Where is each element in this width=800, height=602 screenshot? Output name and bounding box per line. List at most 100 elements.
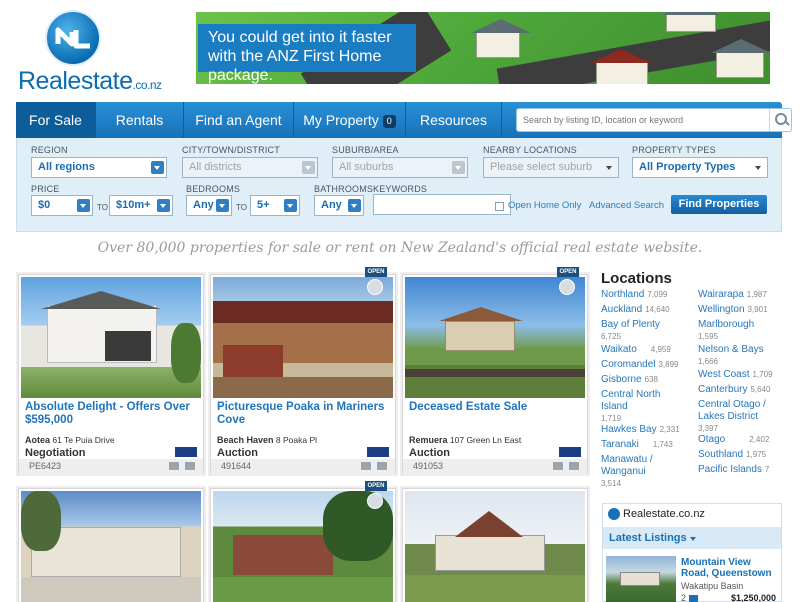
chevron-down-icon [452, 161, 465, 174]
listing-title[interactable]: Picturesque Poaka in Mariners Cove [217, 401, 389, 427]
listing-card[interactable] [402, 488, 588, 602]
location-link[interactable]: Auckland 14,640 [601, 304, 670, 316]
location-link[interactable]: Marlborough 1,595 [698, 319, 780, 343]
photos-icon[interactable] [169, 462, 179, 470]
location-link[interactable]: Central Otago / Lakes District 3,397 [698, 399, 780, 435]
tab-for-sale[interactable]: For Sale [16, 102, 96, 138]
locations-title: Locations [601, 270, 672, 287]
main-nav: For Sale Rentals Find an Agent My Proper… [16, 102, 792, 138]
listing-street: 8 Poaka Pl [275, 435, 318, 445]
district-select[interactable]: All districts [182, 157, 318, 178]
latest-listings-label: Latest Listings [609, 532, 687, 544]
bedrooms-min-select[interactable]: Any [186, 195, 232, 216]
location-link[interactable]: Manawatu / Wanganui 3,514 [601, 454, 673, 490]
find-properties-button[interactable]: Find Properties [671, 195, 767, 214]
location-name: West Coast [698, 369, 750, 380]
listing-card[interactable]: Absolute Delight - Offers Over $595,000 … [18, 274, 204, 474]
listing-card[interactable]: OPEN Deceased Estate Sale Remuera 107 Gr… [402, 267, 588, 474]
location-count: 1,595 [698, 332, 719, 341]
location-link[interactable]: Wellington 3,901 [698, 304, 768, 316]
location-link[interactable]: West Coast 1,709 [698, 369, 773, 381]
bathrooms-select[interactable]: Any [314, 195, 364, 216]
location-link[interactable]: Nelson & Bays 1,666 [698, 344, 780, 368]
latest-listing-title[interactable]: Mountain View Road, Queenstown [681, 557, 781, 579]
listing-footer: 491644 [211, 459, 395, 474]
listing-photo[interactable] [21, 277, 201, 398]
search-input[interactable] [517, 109, 767, 131]
listing-address: Beach Haven 8 Poaka Pl [217, 435, 391, 445]
bedrooms-max-value: 5+ [257, 199, 270, 211]
open-home-checkbox[interactable] [495, 202, 504, 211]
bedrooms-max-select[interactable]: 5+ [250, 195, 300, 216]
listing-photo[interactable] [405, 491, 585, 602]
lawn-shape [213, 577, 393, 602]
location-link[interactable]: Central North Island 1,719 [601, 389, 681, 425]
district-value: All districts [189, 161, 242, 173]
location-link[interactable]: Canterbury 5,640 [698, 384, 771, 396]
location-count: 7,099 [647, 290, 668, 299]
chevron-down-icon [151, 161, 164, 174]
listing-card[interactable]: OPEN Picturesque Poaka in Mariners Cove … [210, 267, 396, 474]
price-max-value: $10m+ [116, 199, 151, 211]
chevron-down-icon [752, 161, 765, 174]
listing-id: 491644 [221, 461, 252, 471]
region-select[interactable]: All regions [31, 157, 167, 178]
location-name: Auckland [601, 304, 643, 315]
location-count: 638 [644, 375, 658, 384]
listing-card[interactable]: OPEN [210, 481, 396, 602]
listing-card[interactable] [18, 488, 204, 602]
property-types-select[interactable]: All Property Types [632, 157, 768, 178]
price-max-select[interactable]: $10m+ [109, 195, 173, 216]
location-count: 1,666 [698, 357, 719, 366]
tab-label: Find an Agent [195, 112, 282, 128]
search-icon[interactable] [769, 109, 791, 131]
location-link[interactable]: Otago 2,402 [698, 434, 769, 446]
roof-shape [455, 511, 523, 537]
location-link[interactable]: Northland 7,099 [601, 289, 667, 301]
bed-icon [688, 594, 698, 602]
tree-shape [171, 323, 201, 383]
keywords-input[interactable] [373, 194, 511, 215]
location-count: 4,959 [650, 345, 671, 354]
photos-icon[interactable] [361, 462, 371, 470]
photos-icon[interactable] [553, 462, 563, 470]
tab-find-an-agent[interactable]: Find an Agent [184, 102, 294, 138]
tab-resources[interactable]: Resources [406, 102, 502, 138]
email-icon[interactable] [377, 462, 387, 470]
email-icon[interactable] [185, 462, 195, 470]
site-logo[interactable]: Realestate.co.nz [18, 10, 162, 95]
latest-listings-dropdown[interactable]: Latest Listings [603, 527, 781, 549]
location-link[interactable]: Pacific Islands 7 [698, 464, 769, 476]
latest-listing-beds: 2 [681, 593, 698, 602]
location-link[interactable]: Hawkes Bay 2,331 [601, 424, 680, 436]
nearby-select[interactable]: Please select suburb [483, 157, 619, 178]
latest-listing-photo[interactable] [606, 556, 676, 602]
location-link[interactable]: Southland 1,975 [698, 449, 766, 461]
pergola-roof [213, 301, 393, 323]
price-min-select[interactable]: $0 [31, 195, 93, 216]
price-label: PRICE [31, 184, 60, 194]
location-link[interactable]: Wairarapa 1,987 [698, 289, 767, 301]
open-home-label[interactable]: Open Home Only [508, 200, 581, 211]
listing-title[interactable]: Absolute Delight - Offers Over $595,000 [25, 401, 197, 427]
anz-banner-ad[interactable]: You could get into it faster with the AN… [196, 12, 770, 84]
roof-shape [439, 307, 523, 321]
deck-floor [213, 377, 393, 398]
listing-photo[interactable] [21, 491, 201, 602]
email-icon[interactable] [569, 462, 579, 470]
location-link[interactable]: Coromandel 3,899 [601, 359, 679, 371]
location-count: 3,899 [658, 360, 679, 369]
location-link[interactable]: Taranaki 1,743 [601, 439, 673, 451]
tab-rentals[interactable]: Rentals [96, 102, 184, 138]
advanced-search-link[interactable]: Advanced Search [589, 200, 664, 211]
location-link[interactable]: Waikato 4,959 [601, 344, 671, 356]
location-link[interactable]: Bay of Plenty 6,725 [601, 319, 693, 343]
listing-street: 61 Te Puia Drive [52, 435, 115, 445]
banner-house [661, 12, 721, 32]
listing-address: Remuera 107 Green Ln East [409, 435, 583, 445]
location-count: 3,397 [698, 424, 719, 433]
tab-my-property[interactable]: My Property 0 [294, 102, 406, 138]
suburb-select[interactable]: All suburbs [332, 157, 468, 178]
listing-title[interactable]: Deceased Estate Sale [409, 401, 581, 414]
location-link[interactable]: Gisborne 638 [601, 374, 658, 386]
